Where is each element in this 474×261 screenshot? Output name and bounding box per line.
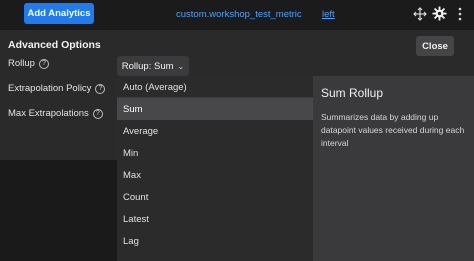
metric-name-link[interactable]: custom.workshop_test_metric [176,9,302,20]
rollup-label: Rollup [8,58,35,69]
extrapolation-policy-label-row: Extrapolation Policy ? [8,83,106,94]
chevron-down-icon: ⌄ [177,61,185,71]
description-text: Summarizes data by adding up datapoint v… [321,112,465,148]
dropdown-item-latest[interactable]: Latest [117,208,313,230]
move-icon[interactable] [413,7,427,21]
dropdown-item-auto-average[interactable]: Auto (Average) [117,76,313,98]
chart-toolbar: Add Analytics custom.workshop_test_metri… [0,0,474,30]
dropdown-item-min[interactable]: Min [117,142,313,164]
rollup-select[interactable]: Rollup: Sum ⌄ [117,56,189,76]
axis-selector-link[interactable]: left [322,9,335,20]
help-icon[interactable]: ? [92,108,103,119]
max-extrapolations-label-row: Max Extrapolations ? [8,108,103,119]
description-title: Sum Rollup [321,86,384,100]
dropdown-item-sum[interactable]: Sum [117,98,313,120]
dropdown-item-max[interactable]: Max [117,164,313,186]
close-button[interactable]: Close [416,36,454,56]
rollup-select-value: Rollup: Sum [121,60,174,72]
more-icon[interactable] [457,7,463,21]
help-icon[interactable]: ? [95,83,106,94]
dropdown-item-lag[interactable]: Lag [117,230,313,252]
add-analytics-button[interactable]: Add Analytics [24,3,94,24]
extrapolation-policy-label: Extrapolation Policy [8,83,92,94]
rollup-dropdown-menu: Auto (Average) Sum Average Min Max Count… [117,76,313,261]
help-icon[interactable]: ? [38,58,49,69]
rollup-description-panel: Sum Rollup Summarizes data by adding up … [313,76,474,261]
dropdown-item-count[interactable]: Count [117,186,313,208]
dropdown-item-average[interactable]: Average [117,120,313,142]
advanced-options-title: Advanced Options [8,39,101,51]
rollup-label-row: Rollup ? [8,58,49,69]
gear-icon[interactable] [432,6,447,21]
max-extrapolations-label: Max Extrapolations [8,108,89,119]
